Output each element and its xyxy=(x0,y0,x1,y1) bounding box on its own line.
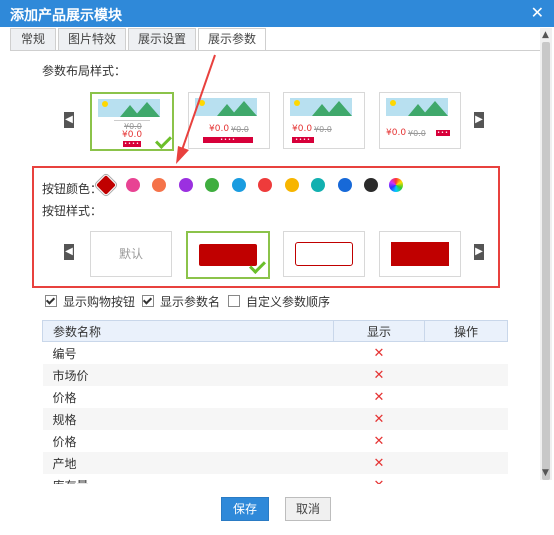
table-header-row: 参数名称 显示 操作 xyxy=(42,320,508,342)
filled-button-preview xyxy=(199,244,257,266)
col-action: 操作 xyxy=(424,320,508,342)
table-row: 库存量 ✕ xyxy=(43,474,508,485)
col-show: 显示 xyxy=(333,320,425,342)
table-row: 产地 ✕ xyxy=(42,452,508,474)
color-swatch[interactable] xyxy=(284,178,299,192)
table-row: 规格 ✕ xyxy=(42,408,508,430)
button-style-block[interactable] xyxy=(379,231,461,277)
param-name: 价格 xyxy=(52,390,77,405)
button-style-outline[interactable] xyxy=(283,231,365,277)
style-prev-icon[interactable]: ◀ xyxy=(64,244,74,260)
button-color-label: 按钮颜色： xyxy=(42,182,103,196)
custom-param-order-label: 自定义参数顺序 xyxy=(246,295,331,309)
hidden-x-icon[interactable]: ✕ xyxy=(374,390,385,405)
custom-color-icon[interactable] xyxy=(389,178,403,192)
hidden-x-icon[interactable]: ✕ xyxy=(374,368,385,383)
custom-param-order-checkbox[interactable] xyxy=(228,295,240,307)
cancel-button[interactable]: 取消 xyxy=(285,497,331,521)
color-swatch[interactable] xyxy=(337,178,352,192)
param-name: 规格 xyxy=(42,408,334,430)
block-button-preview xyxy=(391,242,449,266)
table-row: 价格 ✕ xyxy=(43,386,508,408)
params-table: 参数名称 显示 操作 编号 ✕ 市场价 ✕ 价格 ✕ 规格 ✕ 价格 ✕ 产地 ✕ 库存量 ✕ xyxy=(42,320,508,484)
save-button[interactable]: 保存 xyxy=(221,497,269,521)
show-param-name-label: 显示参数名 xyxy=(160,295,221,309)
hidden-x-icon[interactable]: ✕ xyxy=(374,434,385,449)
style-next-icon[interactable]: ▶ xyxy=(474,244,484,260)
show-buy-button-label: 显示购物按钮 xyxy=(63,295,136,309)
table-row: 编号 ✕ xyxy=(43,342,508,365)
default-style-label: 默认 xyxy=(118,247,143,261)
hidden-x-icon[interactable]: ✕ xyxy=(374,478,385,485)
param-name: 价格 xyxy=(52,434,77,449)
button-style-filled[interactable] xyxy=(186,231,270,279)
button-style-label: 按钮样式： xyxy=(42,204,103,218)
hidden-x-icon[interactable]: ✕ xyxy=(374,346,385,361)
color-swatch[interactable] xyxy=(178,178,193,192)
color-swatch[interactable] xyxy=(364,178,378,192)
outline-button-preview xyxy=(295,242,353,266)
param-name: 库存量 xyxy=(43,474,334,485)
show-buy-button-checkbox[interactable] xyxy=(45,295,57,307)
hidden-x-icon[interactable]: ✕ xyxy=(374,456,385,471)
table-row: 市场价 ✕ xyxy=(42,364,508,386)
color-swatch[interactable] xyxy=(152,178,166,192)
color-swatch[interactable] xyxy=(258,178,272,192)
col-param-name: 参数名称 xyxy=(42,320,334,342)
hidden-x-icon[interactable]: ✕ xyxy=(374,412,385,427)
color-swatch[interactable] xyxy=(205,178,219,192)
param-name: 市场价 xyxy=(42,364,334,386)
param-name: 编号 xyxy=(52,346,77,361)
table-row: 价格 ✕ xyxy=(43,430,508,452)
param-name: 产地 xyxy=(42,452,334,474)
color-swatch[interactable] xyxy=(125,178,140,192)
show-param-name-checkbox[interactable] xyxy=(142,295,154,307)
color-swatch[interactable] xyxy=(311,178,325,192)
button-style-default[interactable]: 默认 xyxy=(90,231,172,277)
color-swatch[interactable] xyxy=(231,178,246,192)
